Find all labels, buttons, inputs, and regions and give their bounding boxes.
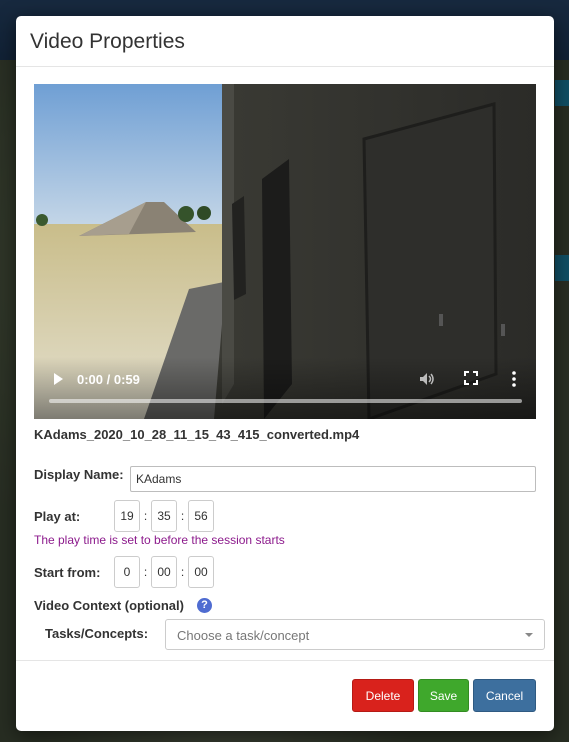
- dialog-body: 0:00 / 0:59 KAdams_2020_10_28_11_15_43_4…: [34, 84, 545, 650]
- play-time-warning-row: The play time is set to before the sessi…: [34, 533, 285, 547]
- volume-icon[interactable]: [418, 370, 436, 388]
- play-at-second-input[interactable]: 56: [188, 500, 214, 532]
- dialog-footer: Delete Save Cancel: [16, 660, 554, 732]
- tasks-concepts-label: Tasks/Concepts:: [45, 626, 149, 641]
- play-time-warning: The play time is set to before the sessi…: [34, 533, 285, 547]
- tasks-concepts-placeholder: Choose a task/concept: [177, 628, 310, 643]
- video-context-row: Video Context (optional) ?: [34, 598, 212, 613]
- video-filename: KAdams_2020_10_28_11_15_43_415_converted…: [34, 427, 360, 442]
- video-context-label: Video Context (optional): [34, 598, 184, 613]
- video-time-readout: 0:00 / 0:59: [77, 372, 140, 387]
- chevron-down-icon: [525, 633, 533, 637]
- help-icon[interactable]: ?: [196, 598, 212, 613]
- video-controls: 0:00 / 0:59: [34, 357, 536, 419]
- time-separator: :: [180, 565, 185, 579]
- start-from-second-input[interactable]: 00: [188, 556, 214, 588]
- play-at-minute-input[interactable]: 35: [151, 500, 177, 532]
- more-vert-icon[interactable]: [509, 370, 519, 388]
- start-from-minute-input[interactable]: 00: [151, 556, 177, 588]
- play-at-label: Play at:: [34, 508, 81, 524]
- play-at-hour-input[interactable]: 19: [114, 500, 140, 532]
- video-seek-bar[interactable]: [49, 399, 522, 403]
- dialog-header: Video Properties: [16, 16, 554, 67]
- time-separator: :: [143, 565, 148, 579]
- tasks-concepts-row: Tasks/Concepts: Choose a task/concept: [45, 619, 545, 650]
- video-properties-dialog: Video Properties 0:00 / 0:59 KAdams_2020…: [16, 16, 554, 731]
- time-separator: :: [143, 509, 148, 523]
- start-from-hour-input[interactable]: 0: [114, 556, 140, 588]
- play-at-row: Play at: 19 : 35 : 56: [34, 500, 214, 532]
- video-player[interactable]: 0:00 / 0:59: [34, 84, 536, 419]
- display-name-label: Display Name:: [34, 467, 124, 482]
- play-icon[interactable]: [51, 371, 65, 387]
- display-name-input[interactable]: [130, 466, 536, 492]
- start-from-label: Start from:: [34, 564, 101, 580]
- delete-button[interactable]: Delete: [352, 679, 414, 712]
- fullscreen-icon[interactable]: [464, 371, 478, 385]
- cancel-button[interactable]: Cancel: [473, 679, 536, 712]
- save-button[interactable]: Save: [418, 679, 469, 712]
- time-separator: :: [180, 509, 185, 523]
- start-from-row: Start from: 0 : 00 : 00: [34, 556, 214, 588]
- dialog-title: Video Properties: [30, 30, 185, 53]
- display-name-row: Display Name:: [34, 466, 536, 492]
- tasks-concepts-select[interactable]: Choose a task/concept: [165, 619, 545, 650]
